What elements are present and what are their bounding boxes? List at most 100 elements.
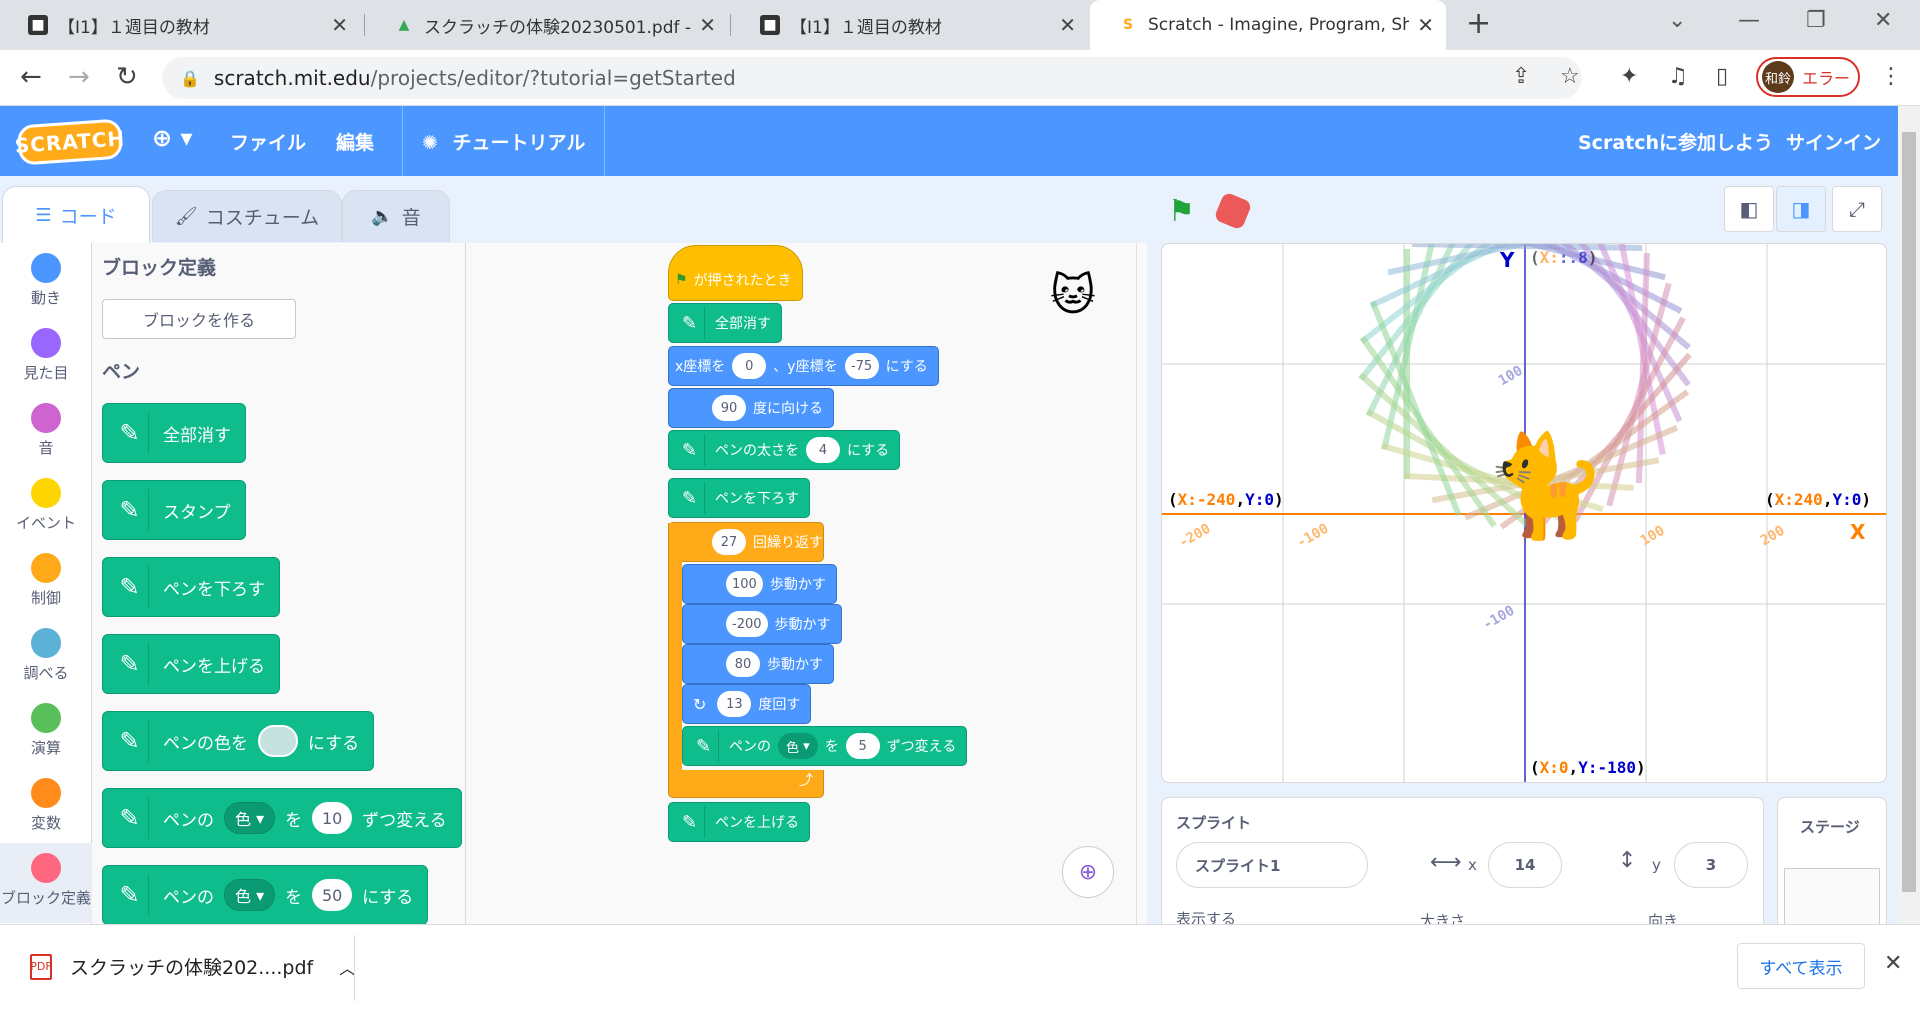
more-menu-icon[interactable]: ⋮	[1880, 64, 1902, 89]
when-flag-clicked-block[interactable]: ⚑ が押されたとき	[668, 245, 803, 301]
new-tab-button[interactable]: +	[1466, 6, 1491, 41]
bookmark-star-icon[interactable]: ☆	[1560, 64, 1580, 89]
stage-selector-panel[interactable]: ステージ	[1777, 797, 1887, 927]
page-scrollbar[interactable]	[1898, 106, 1920, 924]
green-flag-button[interactable]: ⚑	[1168, 194, 1195, 229]
repeat-count-input[interactable]: 27	[712, 529, 746, 555]
category-events[interactable]: イベント	[0, 478, 92, 548]
turn-degrees-block[interactable]: ↻ 13 度回す	[682, 684, 812, 724]
move-steps-block-3[interactable]: 80 歩動かす	[682, 644, 834, 684]
stage-thumbnail[interactable]	[1784, 868, 1880, 926]
scratch-logo[interactable]: SCRATCH	[14, 118, 126, 166]
change-pen-color-block[interactable]: ✎ ペンの 色 ▾ を 5 ずつ変える	[682, 726, 968, 766]
minimize-icon[interactable]: —	[1738, 8, 1760, 33]
stage-canvas[interactable]: (X:-240,Y:0) (X:240,Y:0) (X:0,Y:-180) (X…	[1161, 243, 1887, 783]
category-my-blocks[interactable]: ブロック定義	[0, 843, 92, 923]
browser-tab-3[interactable]: ■ 【I1】１週目の教材 ✕	[732, 0, 1088, 50]
steps-input[interactable]: -200	[726, 611, 768, 637]
x-input[interactable]: 0	[732, 353, 767, 379]
extensions-icon[interactable]: ✦	[1620, 64, 1638, 89]
move-steps-block-1[interactable]: 100 歩動かす	[682, 564, 837, 604]
steps-input[interactable]: 80	[726, 651, 760, 677]
change-amount-input[interactable]: 5	[845, 733, 880, 759]
set-pen-size-block[interactable]: ✎ ペンの太さを 4 にする	[668, 430, 901, 470]
close-icon[interactable]: ✕	[331, 13, 348, 37]
category-sound[interactable]: 音	[0, 403, 92, 473]
profile-button[interactable]: 和鈴 エラー	[1756, 57, 1860, 97]
tab-costumes[interactable]: 🖌 コスチューム	[152, 190, 342, 242]
category-operators[interactable]: 演算	[0, 703, 92, 773]
set-pen-color-to-block[interactable]: ✎ ペンの色を にする	[102, 711, 375, 771]
reload-icon[interactable]: ↻	[116, 62, 138, 92]
show-all-downloads-button[interactable]: すべて表示	[1737, 943, 1865, 989]
close-icon[interactable]: ✕	[1059, 13, 1076, 37]
sprite-y-input[interactable]: 3	[1674, 842, 1748, 888]
forward-icon[interactable]: →	[68, 62, 90, 92]
small-stage-button[interactable]: ◧	[1724, 186, 1774, 232]
close-icon[interactable]: ✕	[1417, 13, 1434, 37]
media-icon[interactable]: ♫	[1668, 64, 1688, 89]
number-input[interactable]: 10	[312, 802, 353, 834]
pen-down-block[interactable]: ✎ ペンを下ろす	[102, 557, 280, 617]
repeat-block[interactable]: 27 回繰り返す	[668, 522, 824, 562]
category-motion[interactable]: 動き	[0, 253, 92, 323]
category-sensing[interactable]: 調べる	[0, 628, 92, 698]
sprite-x-input[interactable]: 14	[1488, 842, 1562, 888]
pen-up-script-block[interactable]: ✎ ペンを上げる	[668, 802, 810, 842]
zoom-in-button[interactable]: ⊕	[1062, 846, 1114, 898]
tutorials-menu[interactable]: ✺ チュートリアル	[422, 128, 585, 155]
size-input[interactable]: 4	[806, 437, 840, 463]
set-pen-param-block[interactable]: ✎ ペンの 色 ▾ を 50 にする	[102, 865, 429, 924]
clear-block[interactable]: ✎ 全部消す	[668, 303, 782, 343]
category-control[interactable]: 制御	[0, 553, 92, 623]
pen-param-dropdown[interactable]: 色 ▾	[224, 802, 276, 834]
number-input[interactable]: 50	[312, 879, 353, 911]
pen-clear-block[interactable]: ✎ 全部消す	[102, 403, 246, 463]
tab-search-icon[interactable]: ⌄	[1668, 8, 1686, 33]
category-looks[interactable]: 見た目	[0, 328, 92, 398]
pen-param-dropdown[interactable]: 色 ▾	[778, 733, 818, 759]
change-pen-param-block[interactable]: ✎ ペンの 色 ▾ を 10 ずつ変える	[102, 788, 462, 848]
back-icon[interactable]: ←	[20, 62, 42, 92]
fullscreen-button[interactable]: ⤢	[1832, 186, 1882, 232]
move-steps-block-2[interactable]: -200 歩動かす	[682, 604, 842, 644]
browser-tab-2[interactable]: ▲ スクラッチの体験20230501.pdf - Go ✕	[366, 0, 728, 50]
steps-input[interactable]: 100	[726, 571, 763, 597]
go-to-xy-block[interactable]: x座標を 0 、y座標を -75 にする	[668, 346, 939, 386]
cat-sprite[interactable]: 🐈	[1483, 436, 1608, 536]
window-close-icon[interactable]: ✕	[1874, 8, 1892, 33]
restore-icon[interactable]: ❐	[1806, 8, 1826, 33]
sprite-name-input[interactable]: スプライト1	[1176, 842, 1368, 888]
side-panel-icon[interactable]: ▯	[1716, 64, 1728, 89]
spirograph-stroke	[1359, 335, 1497, 528]
pen-stamp-block[interactable]: ✎ スタンプ	[102, 480, 246, 540]
browser-tab-1[interactable]: ■ 【I1】１週目の教材 ✕	[0, 0, 360, 50]
chevron-up-icon[interactable]: ︿	[339, 955, 355, 979]
color-swatch[interactable]	[258, 725, 298, 757]
tab-code[interactable]: ☰ コード	[2, 186, 150, 243]
pen-down-script-block[interactable]: ✎ ペンを下ろす	[668, 478, 810, 518]
scrollbar-thumb[interactable]	[1902, 132, 1916, 892]
direction-input[interactable]: 90	[712, 395, 746, 421]
degrees-input[interactable]: 13	[717, 691, 752, 717]
join-scratch-link[interactable]: Scratchに参加しよう	[1578, 128, 1773, 155]
category-variables[interactable]: 変数	[0, 778, 92, 848]
download-item[interactable]: PDF スクラッチの体験202....pdf ︿	[30, 953, 355, 980]
pen-param-dropdown[interactable]: 色 ▾	[224, 879, 276, 911]
language-globe-icon[interactable]: ⊕ ▾	[152, 124, 193, 152]
edit-menu[interactable]: 編集	[336, 128, 374, 155]
make-a-block-button[interactable]: ブロックを作る	[102, 299, 296, 339]
browser-tab-active[interactable]: S Scratch - Imagine, Program, Shar ✕	[1090, 0, 1446, 50]
y-input[interactable]: -75	[844, 353, 879, 379]
close-download-bar-icon[interactable]: ✕	[1884, 951, 1902, 976]
point-in-direction-block[interactable]: 90 度に向ける	[668, 388, 834, 428]
pen-up-block[interactable]: ✎ ペンを上げる	[102, 634, 280, 694]
tab-sounds[interactable]: 🔈 音	[342, 190, 450, 242]
normal-stage-button[interactable]: ◨	[1776, 186, 1826, 232]
sign-in-link[interactable]: サインイン	[1786, 128, 1881, 155]
script-scrollbar[interactable]	[1136, 243, 1137, 924]
close-icon[interactable]: ✕	[699, 13, 716, 37]
file-menu[interactable]: ファイル	[230, 128, 306, 155]
share-icon[interactable]: ⇪	[1512, 64, 1530, 89]
address-bar[interactable]: 🔒 scratch.mit.edu/projects/editor/?tutor…	[162, 57, 1582, 99]
